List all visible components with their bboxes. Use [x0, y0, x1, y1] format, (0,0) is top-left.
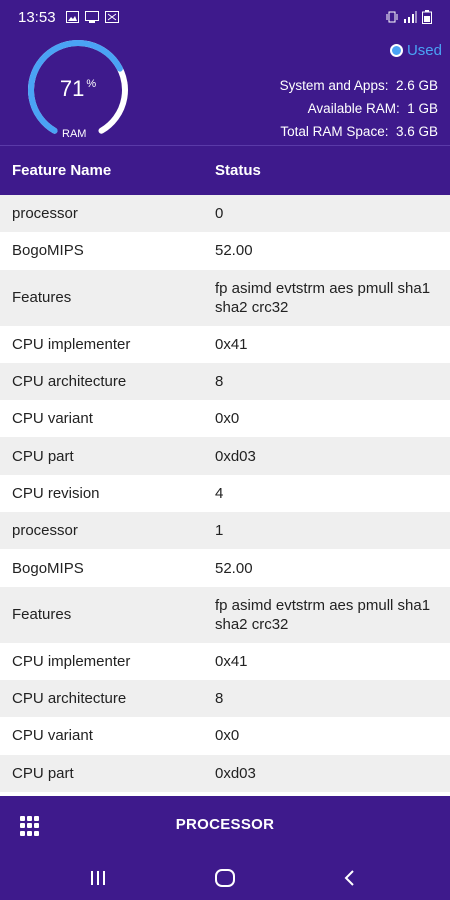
image-icon [65, 11, 79, 23]
status-cell: 1 [215, 522, 224, 540]
table-row: Features fp asimd evtstrm aes pmull sha1 … [0, 269, 450, 326]
stat-system-apps: System and Apps: 2.6 GB [279, 78, 438, 93]
status-cell: 0x41 [215, 335, 248, 353]
feature-name-cell: CPU implementer [12, 335, 131, 353]
table-header: Feature Name Status [0, 145, 450, 195]
header-status: Status [215, 162, 261, 179]
feature-name-cell: CPU implementer [12, 652, 131, 670]
legend-dot-icon [389, 44, 403, 57]
ram-label: RAM [62, 128, 87, 140]
ram-gauge: 71% RAM [18, 38, 138, 140]
table-row: CPU variant 0x0 [0, 717, 450, 755]
feature-name-cell: CPU part [12, 447, 74, 465]
recent-apps-icon[interactable] [83, 866, 113, 890]
clock: 13:53 [18, 8, 56, 26]
battery-icon [422, 10, 432, 24]
status-cell: 8 [215, 690, 224, 708]
feature-name-cell: CPU architecture [12, 373, 127, 391]
back-icon[interactable] [335, 866, 365, 890]
status-cell: 0xd03 [215, 764, 256, 782]
ram-percent: 71% [59, 76, 97, 101]
status-cell: 52.00 [215, 242, 253, 260]
screen-icon [104, 11, 119, 23]
vibrate-icon [386, 11, 398, 23]
stat-available-ram: Available RAM: 1 GB [307, 101, 438, 116]
status-bar: 13:53 [0, 0, 450, 34]
table-row: CPU architecture 8 [0, 362, 450, 401]
status-cell: fp asimd evtstrm aes pmull sha1 sha2 crc… [215, 596, 431, 633]
feature-name-cell: CPU revision [12, 484, 100, 502]
table-row: BogoMIPS 52.00 [0, 232, 450, 270]
feature-name-cell: processor [12, 205, 78, 223]
status-cell: 0x41 [215, 652, 248, 670]
signal-icon [404, 11, 417, 23]
table-row: CPU implementer 0x41 [0, 642, 450, 680]
feature-name-cell: CPU variant [12, 727, 93, 745]
feature-name-cell: BogoMIPS [12, 242, 84, 260]
feature-name-cell: processor [12, 522, 78, 540]
ram-header: 71% RAM Used System and Apps: 2.6 GB Ava… [0, 34, 450, 145]
table-row: CPU revision 4 [0, 474, 450, 513]
used-legend: Used [389, 42, 442, 59]
feature-name-cell: BogoMIPS [12, 559, 84, 577]
table-row: processor 1 [0, 512, 450, 550]
system-nav-bar [0, 856, 450, 900]
table-row: CPU part 0xd03 [0, 437, 450, 475]
table-row: BogoMIPS 52.00 [0, 549, 450, 587]
table-row: CPU part 0xd03 [0, 754, 450, 792]
table-row: Features fp asimd evtstrm aes pmull sha1 … [0, 586, 450, 643]
status-cell: 0 [215, 205, 224, 223]
nav-title: PROCESSOR [175, 816, 275, 833]
feature-name-cell: CPU architecture [12, 690, 127, 708]
feature-name-cell: CPU part [12, 764, 74, 782]
cpu-info-list[interactable]: processor 0 BogoMIPS 52.00 Features fp asimd … [0, 195, 450, 796]
feature-name-cell: CPU variant [12, 410, 93, 428]
status-cell: 0x0 [215, 410, 240, 428]
header-feature-name: Feature Name [12, 162, 112, 179]
table-row: CPU architecture 8 [0, 679, 450, 718]
ram-stats: System and Apps: 2.6 GB Available RAM: 1… [280, 74, 438, 143]
status-cell: 0xd03 [215, 447, 256, 465]
table-row: CPU implementer 0x41 [0, 325, 450, 363]
status-cell: fp asimd evtstrm aes pmull sha1 sha2 crc… [215, 279, 431, 316]
home-icon[interactable] [210, 866, 240, 890]
cast-icon [84, 11, 99, 23]
table-row: CPU variant 0x0 [0, 400, 450, 438]
status-cell: 4 [215, 484, 224, 502]
bottom-nav: PROCESSOR [0, 796, 450, 856]
feature-name-cell: Features [12, 289, 72, 307]
status-cell: 52.00 [215, 559, 253, 577]
feature-name-cell: Features [12, 606, 72, 624]
stat-total-ram: Total RAM Space: 3.6 GB [280, 124, 438, 139]
table-row: processor 0 [0, 195, 450, 233]
legend-label: Used [406, 42, 442, 59]
status-cell: 8 [215, 373, 224, 391]
status-cell: 0x0 [215, 727, 240, 745]
